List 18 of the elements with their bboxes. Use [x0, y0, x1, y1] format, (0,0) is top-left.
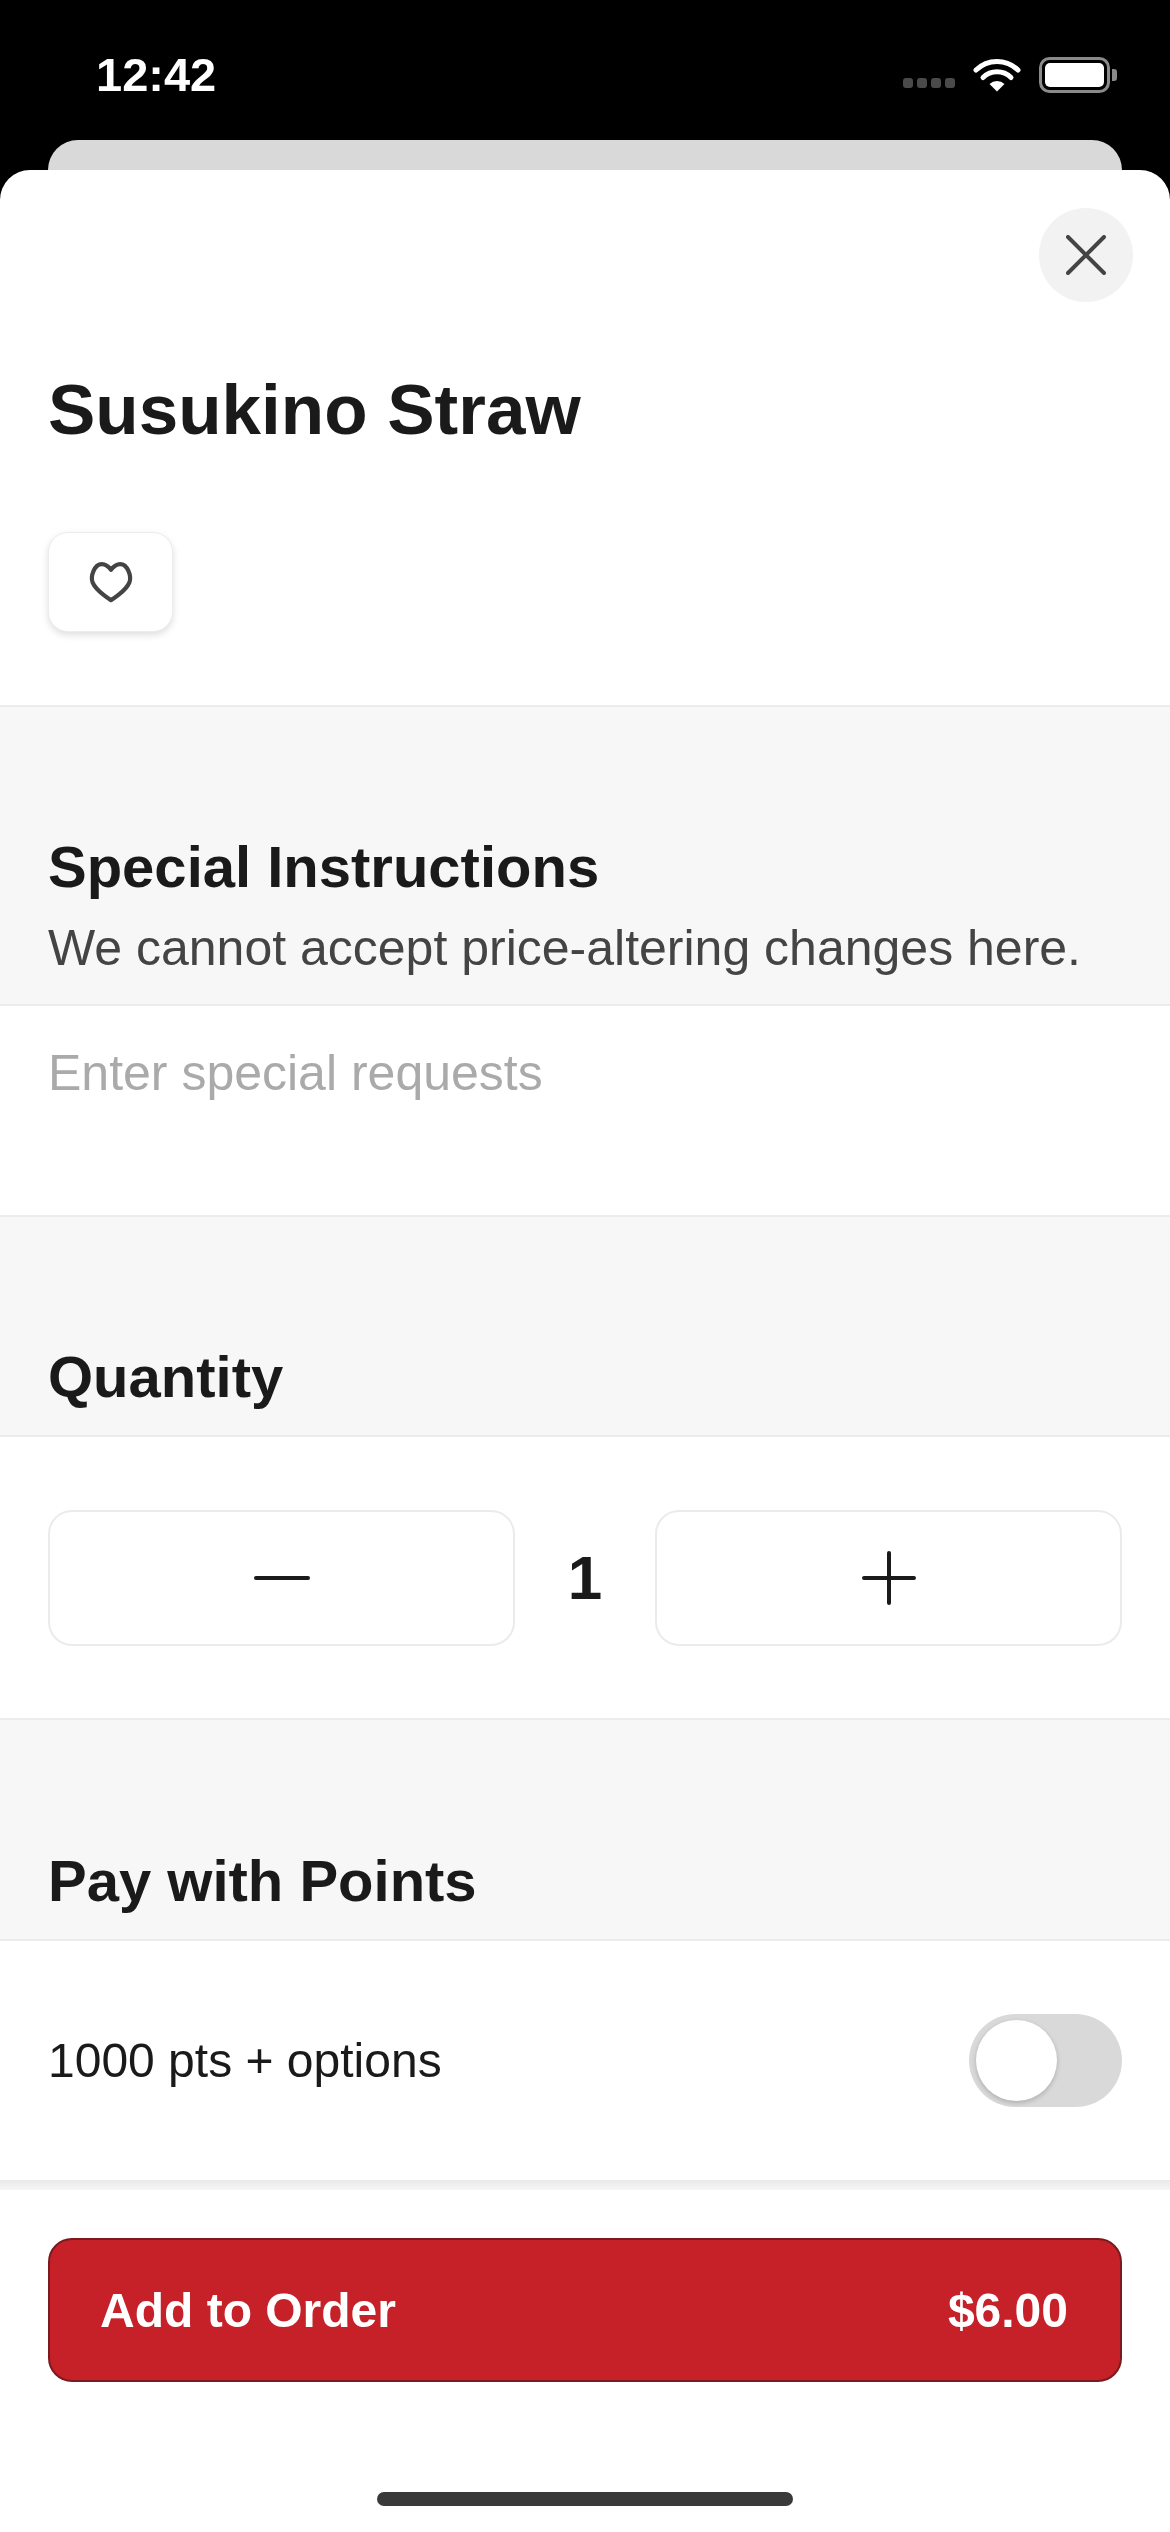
item-title: Susukino Straw	[48, 369, 581, 451]
add-to-order-button[interactable]: Add to Order $6.00	[48, 2238, 1122, 2382]
decrease-button[interactable]	[48, 1510, 515, 1646]
section-subtitle: We cannot accept price-altering changes here.	[48, 919, 1081, 978]
section-title: Special Instructions	[48, 833, 600, 901]
section-title: Quantity	[48, 1343, 284, 1411]
minus-icon	[253, 1576, 310, 1580]
section-title: Pay with Points	[48, 1847, 477, 1915]
plus-icon	[861, 1551, 916, 1605]
quantity-value: 1	[567, 1542, 603, 1614]
close-icon	[1066, 235, 1106, 275]
battery-icon	[1039, 57, 1117, 93]
increase-button[interactable]	[655, 1510, 1122, 1646]
points-option-label: 1000 pts + options	[48, 2032, 442, 2089]
signal-icon	[903, 78, 955, 88]
status-time: 12:42	[96, 48, 217, 102]
wifi-icon	[973, 57, 1021, 93]
favorite-button[interactable]	[48, 532, 173, 632]
